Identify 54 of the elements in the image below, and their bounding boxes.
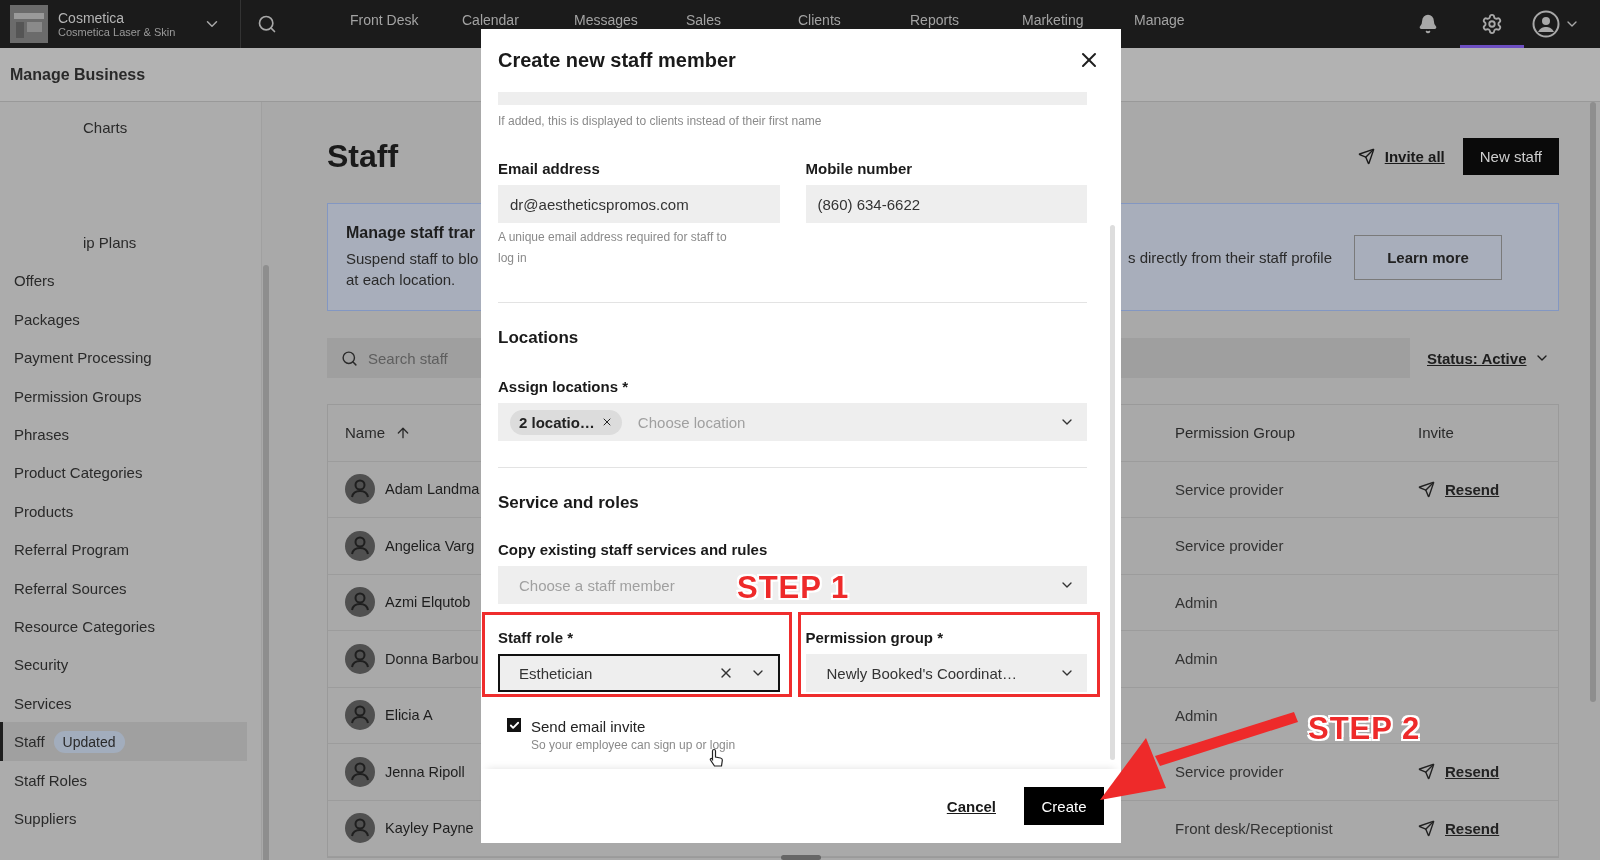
sidebar-label: Phrases <box>14 426 70 444</box>
field-label: Copy existing staff services and rules <box>498 541 768 558</box>
sidebar-label: Staff Roles <box>14 771 88 789</box>
banner-text: s directly from their staff profile <box>1128 248 1332 266</box>
sidebar-label: Products <box>14 502 74 520</box>
table-cell-text: Service provider <box>1175 480 1285 498</box>
field-label: Mobile number <box>805 160 913 177</box>
staff-name: Kayley Payne <box>385 820 474 837</box>
sidebar-label: Resource Categories <box>14 618 155 635</box>
sidebar-label: Suppliers <box>14 809 77 827</box>
sidebar-label: Security <box>14 656 69 674</box>
field-hint: A unique email address required for staff to log in <box>498 229 728 267</box>
checkbox-label: Send email invite <box>531 718 647 735</box>
field-label: Email address <box>498 160 600 177</box>
table-cell-text: Service provider <box>1175 763 1285 781</box>
sidebar-label: Payment Processing <box>14 349 152 367</box>
step-label: STEP 2 <box>1308 711 1421 747</box>
table-cell-text: Service provider <box>1175 537 1285 555</box>
field-label: Assign locations * <box>498 378 629 395</box>
staff-name: Jenna Ripoll <box>385 763 465 780</box>
table-cell-text: Admin <box>1175 706 1219 724</box>
staff-name: Adam Landma <box>385 481 480 498</box>
table-cell-text: Front desk/Receptionist <box>1175 819 1334 837</box>
page-header-title: Manage Business <box>10 65 146 84</box>
banner-title: Manage staff trar <box>346 224 476 242</box>
sidebar-label: Referral Program <box>14 541 130 559</box>
sidebar-label: Referral Sources <box>14 579 127 597</box>
sidebar-label: Staff <box>14 733 45 751</box>
field-label: Permission group * <box>805 629 944 646</box>
modal-title: Create new staff member <box>498 48 736 72</box>
table-cell-text: Admin <box>1175 593 1219 611</box>
checkbox-hint: So your employee can sign up or login <box>531 738 736 752</box>
staff-name: Azmi Elqutob <box>385 594 471 611</box>
business-name: Cosmetica <box>58 10 126 26</box>
sidebar-label: Services <box>14 694 72 712</box>
updated-badge: Updated <box>53 730 125 753</box>
table-cell-text: Admin <box>1175 650 1219 668</box>
business-subtitle: Cosmetica Laser & Skin <box>58 26 176 38</box>
banner-text: Suspend staff to blo at each location. <box>346 249 479 290</box>
section-heading: Service and roles <box>498 493 640 513</box>
sidebar-label: Product Categories <box>14 464 143 482</box>
staff-name: Donna Barbou <box>385 650 479 667</box>
staff-name: Angelica Varg <box>385 537 475 554</box>
field-hint: If added, this is displayed to clients instead of their first name <box>498 113 823 130</box>
sidebar-label: Charts <box>83 118 128 136</box>
sidebar-label: ip Plans <box>83 234 137 252</box>
section-heading: Locations <box>498 328 580 348</box>
staff-name: Elicia A <box>385 707 433 724</box>
page-title: Staff <box>327 138 399 175</box>
sidebar-label: Packages <box>14 310 80 328</box>
field-label: Staff role * <box>498 629 573 646</box>
sidebar-label: Permission Groups <box>14 387 142 405</box>
step-label: STEP 1 <box>737 570 850 606</box>
sidebar-label: Offers <box>14 272 55 290</box>
